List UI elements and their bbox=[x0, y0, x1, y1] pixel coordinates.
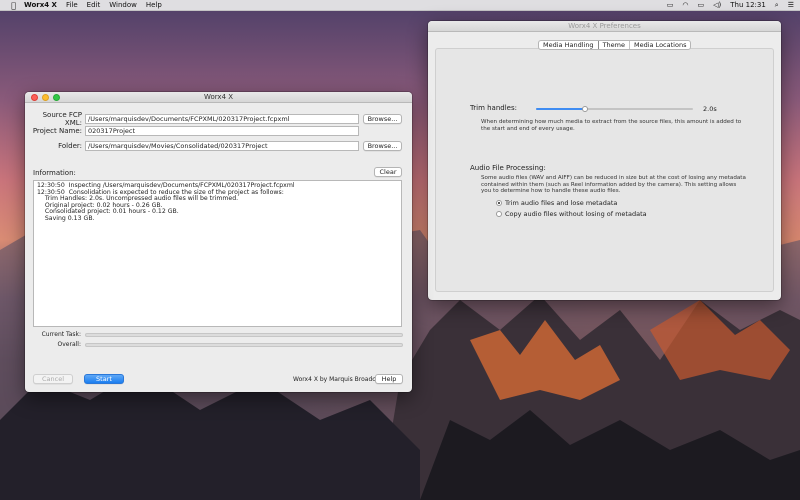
start-button[interactable]: Start bbox=[84, 374, 124, 384]
project-name-label: Project Name: bbox=[32, 127, 82, 135]
search-icon[interactable]: ⌕ bbox=[775, 1, 779, 10]
clear-button[interactable]: Clear bbox=[374, 167, 402, 177]
radio-trim-label: Trim audio files and lose metadata bbox=[505, 199, 618, 207]
menubar-clock[interactable]: Thu 12:31 bbox=[730, 1, 766, 9]
menu-edit[interactable]: Edit bbox=[87, 1, 101, 9]
trim-description: When determining how much media to extra… bbox=[481, 119, 742, 132]
zoom-icon[interactable] bbox=[53, 94, 60, 101]
current-task-label: Current Task: bbox=[41, 331, 81, 338]
main-window: Worx4 X Source FCP XML: /Users/marquisde… bbox=[25, 92, 412, 392]
help-button[interactable]: Help bbox=[375, 374, 403, 384]
radio-copy-label: Copy audio files without losing of metad… bbox=[505, 210, 647, 218]
folder-row: Folder: /Users/marquisdev/Movies/Consoli… bbox=[25, 141, 402, 151]
apple-menu-icon[interactable]:  bbox=[9, 1, 18, 10]
status-area: ▭ ◠ ▭ ◁) Thu 12:31 ⌕ ☰ bbox=[658, 1, 794, 10]
trim-slider-fill bbox=[536, 108, 585, 110]
preferences-titlebar[interactable]: Worx4 X Preferences bbox=[428, 21, 781, 32]
notification-center-icon[interactable]: ☰ bbox=[788, 1, 794, 9]
source-browse-button[interactable]: Browse... bbox=[363, 114, 402, 124]
airplay-icon[interactable]: ▭ bbox=[698, 1, 705, 9]
tab-media-locations[interactable]: Media Locations bbox=[630, 41, 690, 49]
folder-browse-button[interactable]: Browse... bbox=[363, 141, 402, 151]
preferences-window: Worx4 X Preferences Trim handles: 2.0s W… bbox=[428, 21, 781, 300]
current-task-row: Current Task: bbox=[25, 331, 403, 338]
information-label: Information: bbox=[33, 169, 76, 177]
menu-bar:  Worx4 X File Edit Window Help ▭ ◠ ▭ ◁)… bbox=[0, 0, 800, 11]
media-handling-panel: Trim handles: 2.0s When determining how … bbox=[435, 48, 774, 292]
source-row: Source FCP XML: /Users/marquisdev/Docume… bbox=[25, 111, 402, 127]
preferences-tabs: Media Handling Theme Media Locations bbox=[538, 40, 692, 50]
overall-progress bbox=[85, 342, 403, 347]
trim-handles-slider[interactable] bbox=[536, 106, 693, 112]
menu-app-name[interactable]: Worx4 X bbox=[24, 1, 57, 9]
preferences-title: Worx4 X Preferences bbox=[568, 22, 641, 30]
cancel-button[interactable]: Cancel bbox=[33, 374, 73, 384]
audio-description: Some audio files (WAV and AIFF) can be r… bbox=[481, 175, 746, 195]
tab-theme[interactable]: Theme bbox=[599, 41, 630, 49]
project-row: Project Name: 020317Project bbox=[25, 126, 359, 136]
radio-copy-audio[interactable]: Copy audio files without losing of metad… bbox=[496, 210, 647, 218]
current-task-progress bbox=[85, 332, 403, 337]
radio-trim-audio[interactable]: Trim audio files and lose metadata bbox=[496, 199, 617, 207]
information-log[interactable]: 12:30:50 Inspecting /Users/marquisdev/Do… bbox=[33, 180, 402, 327]
radio-button[interactable] bbox=[496, 211, 502, 217]
wifi-icon[interactable]: ◠ bbox=[682, 1, 688, 9]
log-line: Saving 0.13 GB. bbox=[37, 214, 95, 222]
minimize-icon[interactable] bbox=[42, 94, 49, 101]
menu-file[interactable]: File bbox=[66, 1, 78, 9]
trim-slider-knob[interactable] bbox=[581, 106, 588, 112]
main-titlebar[interactable]: Worx4 X bbox=[25, 92, 412, 103]
overall-row: Overall: bbox=[25, 341, 403, 348]
audio-processing-label: Audio File Processing: bbox=[470, 164, 546, 172]
tab-media-handling[interactable]: Media Handling bbox=[539, 41, 599, 49]
menu-window[interactable]: Window bbox=[109, 1, 137, 9]
overall-label: Overall: bbox=[57, 341, 81, 348]
trim-handles-label: Trim handles: bbox=[470, 104, 517, 112]
source-fcp-label: Source FCP XML: bbox=[42, 111, 82, 127]
project-name-field[interactable]: 020317Project bbox=[85, 126, 359, 136]
source-fcp-field[interactable]: /Users/marquisdev/Documents/FCPXML/02031… bbox=[85, 114, 359, 124]
footer-credit: Worx4 X by Marquis Broadcast bbox=[293, 376, 385, 383]
folder-label: Folder: bbox=[58, 142, 82, 150]
volume-icon[interactable]: ◁) bbox=[713, 1, 721, 9]
folder-field[interactable]: /Users/marquisdev/Movies/Consolidated/02… bbox=[85, 141, 359, 151]
close-icon[interactable] bbox=[31, 94, 38, 101]
window-controls bbox=[31, 94, 64, 101]
battery-icon[interactable]: ▭ bbox=[667, 1, 674, 9]
main-title: Worx4 X bbox=[203, 93, 234, 101]
menu-help[interactable]: Help bbox=[146, 1, 162, 9]
trim-handles-value: 2.0s bbox=[703, 105, 717, 113]
radio-button[interactable] bbox=[496, 200, 502, 206]
